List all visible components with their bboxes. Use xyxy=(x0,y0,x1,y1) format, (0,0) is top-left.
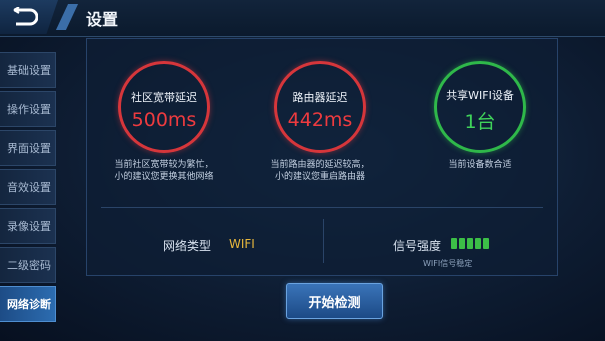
sidebar-item-label: 音效设置 xyxy=(7,181,51,194)
desc-line: 当前社区宽带较为繁忙， xyxy=(114,160,214,170)
metric-value: 1台 xyxy=(464,110,496,133)
header-bar: 设置 xyxy=(0,0,605,37)
sidebar-item-label: 录像设置 xyxy=(7,220,51,233)
sidebar: 基础设置 操作设置 界面设置 音效设置 录像设置 二级密码 网络诊断 xyxy=(0,38,58,341)
back-arrow-icon xyxy=(13,7,38,26)
signal-bar xyxy=(459,238,465,249)
sidebar-item-controls[interactable]: 操作设置 xyxy=(0,91,56,127)
signal-bar xyxy=(451,238,457,249)
metric-label: 社区宽带延迟 xyxy=(131,91,197,104)
sidebar-item-recording[interactable]: 录像设置 xyxy=(0,208,56,244)
sidebar-item-label: 界面设置 xyxy=(7,142,51,155)
desc-line: 当前设备数合适 xyxy=(448,160,512,170)
network-type-label: 网络类型 xyxy=(163,239,212,253)
status-ring: 路由器延迟 442ms xyxy=(274,61,366,153)
status-ring: 共享WIFI设备 1台 xyxy=(434,61,526,153)
divider xyxy=(323,219,324,263)
metric-description: 当前社区宽带较为繁忙， 小的建议您更换其他网络 xyxy=(109,159,219,183)
diagnosis-panel: 社区宽带延迟 500ms 当前社区宽带较为繁忙， 小的建议您更换其他网络 路由器… xyxy=(86,38,558,276)
page-title: 设置 xyxy=(86,10,119,29)
status-ring: 社区宽带延迟 500ms xyxy=(118,61,210,153)
metric-value: 442ms xyxy=(287,109,353,131)
signal-strength-icon xyxy=(451,238,489,249)
metric-description: 当前路由器的延迟较高， 小的建议您重启路由器 xyxy=(265,159,375,183)
metric-value: 500ms xyxy=(131,109,197,131)
sidebar-item-label: 操作设置 xyxy=(7,103,51,116)
desc-line: 小的建议您更换其他网络 xyxy=(114,172,214,182)
sidebar-item-password[interactable]: 二级密码 xyxy=(0,247,56,283)
desc-line: 当前路由器的延迟较高， xyxy=(270,160,370,170)
sidebar-item-interface[interactable]: 界面设置 xyxy=(0,130,56,166)
start-detection-button[interactable]: 开始检测 xyxy=(286,283,383,319)
sidebar-item-network-diagnosis[interactable]: 网络诊断 xyxy=(0,286,56,322)
title-decoration xyxy=(55,4,79,30)
sidebar-item-label: 基础设置 xyxy=(7,64,51,77)
sidebar-item-label: 二级密码 xyxy=(7,259,51,272)
router-latency-card: 路由器延迟 442ms 当前路由器的延迟较高， 小的建议您重启路由器 xyxy=(265,61,375,183)
sidebar-item-basic[interactable]: 基础设置 xyxy=(0,52,56,88)
shared-wifi-card: 共享WIFI设备 1台 当前设备数合适 xyxy=(425,61,535,171)
back-button[interactable] xyxy=(0,0,58,34)
metric-description: 当前设备数合适 xyxy=(425,159,535,171)
desc-line: 小的建议您重启路由器 xyxy=(274,172,365,182)
network-type-value: WIFI xyxy=(229,237,255,251)
signal-bar xyxy=(475,238,481,249)
community-latency-card: 社区宽带延迟 500ms 当前社区宽带较为繁忙， 小的建议您更换其他网络 xyxy=(109,61,219,183)
divider xyxy=(101,207,543,208)
signal-strength-label: 信号强度 xyxy=(393,239,442,253)
sidebar-item-label: 网络诊断 xyxy=(7,298,51,311)
metric-label: 路由器延迟 xyxy=(292,91,348,104)
signal-bar xyxy=(467,238,473,249)
metric-label: 共享WIFI设备 xyxy=(446,88,514,102)
signal-note: WIFI信号稳定 xyxy=(423,259,473,268)
sidebar-item-audio[interactable]: 音效设置 xyxy=(0,169,56,205)
signal-bar xyxy=(483,238,489,249)
